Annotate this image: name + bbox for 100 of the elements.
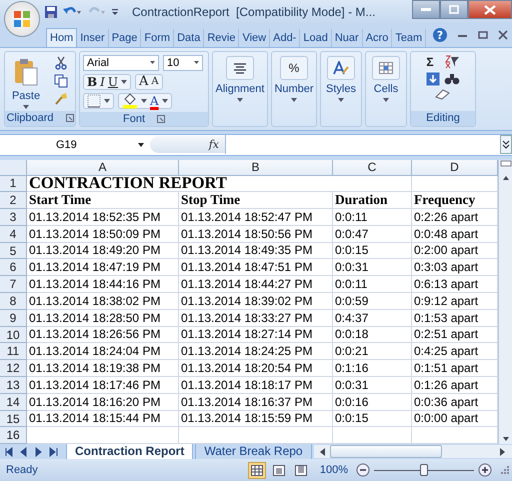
brush-icon[interactable] — [54, 92, 68, 106]
column-header[interactable]: B — [179, 160, 333, 176]
row-header[interactable]: 6 — [0, 259, 27, 276]
table-cell: 0:4:37 — [335, 310, 368, 326]
row-header[interactable]: 2 — [0, 192, 27, 210]
vertical-scrollbar[interactable] — [498, 160, 512, 444]
row-header[interactable]: 1 — [0, 176, 27, 192]
minimize-button[interactable] — [412, 0, 440, 19]
row-header[interactable]: 15 — [0, 410, 27, 428]
zoom-out-icon[interactable] — [356, 463, 370, 478]
underline-button[interactable]: U — [108, 74, 118, 89]
column-header[interactable]: A — [27, 160, 179, 176]
italic-button[interactable]: I — [100, 74, 105, 89]
scissors-icon[interactable] — [54, 56, 68, 70]
table-cell: 0:0:21 — [335, 344, 368, 360]
close-icon[interactable] — [498, 30, 508, 40]
table-cell: 01.13.2014 18:52:47 PM — [181, 210, 312, 225]
caret-icon[interactable] — [141, 98, 147, 103]
column-header[interactable]: C — [333, 160, 412, 176]
row-header[interactable]: 13 — [0, 377, 27, 394]
maximize-icon — [449, 5, 459, 14]
restore-icon[interactable] — [478, 30, 488, 40]
close-button[interactable] — [468, 0, 512, 19]
table-cell: 0:2:00 apart — [414, 243, 478, 258]
row-header[interactable]: 11 — [0, 343, 27, 360]
expand-icon[interactable] — [500, 135, 512, 154]
table-cell: 0:1:53 apart — [414, 310, 478, 326]
borders-icon[interactable] — [87, 94, 101, 108]
autosum-button[interactable]: Σ — [426, 54, 434, 69]
ribbon-tab[interactable]: Hom — [46, 28, 78, 47]
horizontal-scrollbar[interactable] — [314, 445, 512, 458]
eraser-icon[interactable] — [435, 88, 451, 100]
table-cell: 01.13.2014 18:16:20 PM — [29, 394, 160, 410]
caret-icon[interactable] — [104, 98, 110, 103]
row-header[interactable]: 14 — [0, 394, 27, 411]
table-cell: 01.13.2014 18:24:04 PM — [29, 344, 160, 360]
table-cell: 01.13.2014 18:15:59 PM — [181, 411, 312, 426]
caret-icon — [236, 98, 243, 102]
right-arrow-icon[interactable] — [500, 448, 506, 456]
table-cell: 01.13.2014 18:24:25 PM — [181, 344, 312, 360]
table-cell: 01.13.2014 18:49:35 PM — [181, 243, 312, 258]
save-icon[interactable] — [44, 5, 58, 19]
table-cell: 0:0:31 — [335, 378, 368, 393]
row-header[interactable]: 3 — [0, 209, 27, 226]
left-arrow-icon[interactable] — [320, 448, 326, 456]
font-color-button[interactable]: A — [150, 94, 159, 108]
office-button[interactable] — [4, 1, 40, 37]
table-cell: 01.13.2014 18:26:56 PM — [29, 327, 160, 342]
shrink-font-button[interactable]: A — [151, 76, 159, 88]
table-cell: 0:0:59 — [335, 294, 368, 309]
table-cell: 0:2:26 apart — [414, 210, 478, 225]
paste-button[interactable]: Paste — [12, 53, 40, 110]
cells-icon — [379, 62, 393, 74]
caret-icon — [150, 61, 155, 64]
fill-color-icon[interactable] — [122, 92, 138, 109]
grow-font-button[interactable]: A — [139, 74, 148, 90]
row-header[interactable]: 8 — [0, 293, 27, 310]
caret-icon — [383, 98, 389, 102]
row-header[interactable]: 7 — [0, 276, 27, 294]
align-lines-icon — [232, 62, 247, 74]
binoculars-icon[interactable] — [444, 72, 460, 86]
font-name-field[interactable]: Arial — [83, 54, 159, 71]
name-box[interactable]: G19 — [0, 138, 150, 151]
insert-function-button[interactable]: fx — [208, 138, 219, 152]
table-cell: 0:0:11 — [335, 210, 368, 225]
table-cell: 0:0:11 — [335, 277, 368, 292]
zoom-level[interactable]: 100% — [320, 464, 348, 476]
grid-icon — [250, 464, 263, 476]
dialog-launcher-icon[interactable] — [157, 114, 165, 123]
normal-view-button[interactable] — [248, 462, 266, 479]
caret-icon[interactable] — [162, 98, 168, 103]
table-cell: 01.13.2014 18:17:46 PM — [29, 378, 160, 393]
group-label: Font — [122, 112, 145, 125]
column-heading: Frequency — [414, 192, 476, 208]
row-header[interactable]: 10 — [0, 326, 27, 344]
table-cell: 0:0:00 apart — [414, 411, 478, 426]
copy-icon[interactable] — [54, 74, 68, 88]
zoom-slider-thumb[interactable] — [420, 464, 428, 476]
table-cell: 0:0:36 apart — [414, 394, 478, 410]
row-header[interactable]: 5 — [0, 242, 27, 260]
sheet-tab[interactable]: Contraction Report — [66, 444, 194, 460]
caret-icon — [138, 142, 144, 147]
row-header[interactable]: 4 — [0, 226, 27, 243]
bold-button[interactable]: B — [87, 74, 98, 89]
table-cell: 01.13.2014 18:28:50 PM — [29, 310, 160, 326]
zoom-in-icon[interactable] — [478, 463, 492, 478]
office-logo-icon — [11, 8, 33, 30]
font-size-field[interactable]: 10 — [163, 54, 203, 71]
table-cell: 0:4:25 apart — [414, 344, 478, 360]
sort-filter-icon[interactable] — [444, 54, 460, 69]
fill-down-icon[interactable] — [426, 72, 440, 86]
maximize-button[interactable] — [440, 0, 468, 19]
help-icon[interactable]: ? — [432, 27, 448, 44]
dialog-launcher-icon[interactable] — [66, 114, 74, 122]
caret-icon[interactable] — [121, 80, 128, 84]
column-header[interactable]: D — [412, 160, 498, 176]
row-header[interactable]: 12 — [0, 360, 27, 378]
row-header[interactable]: 16 — [0, 427, 27, 444]
row-header[interactable]: 9 — [0, 310, 27, 327]
table-cell: 01.13.2014 18:38:02 PM — [29, 294, 160, 309]
